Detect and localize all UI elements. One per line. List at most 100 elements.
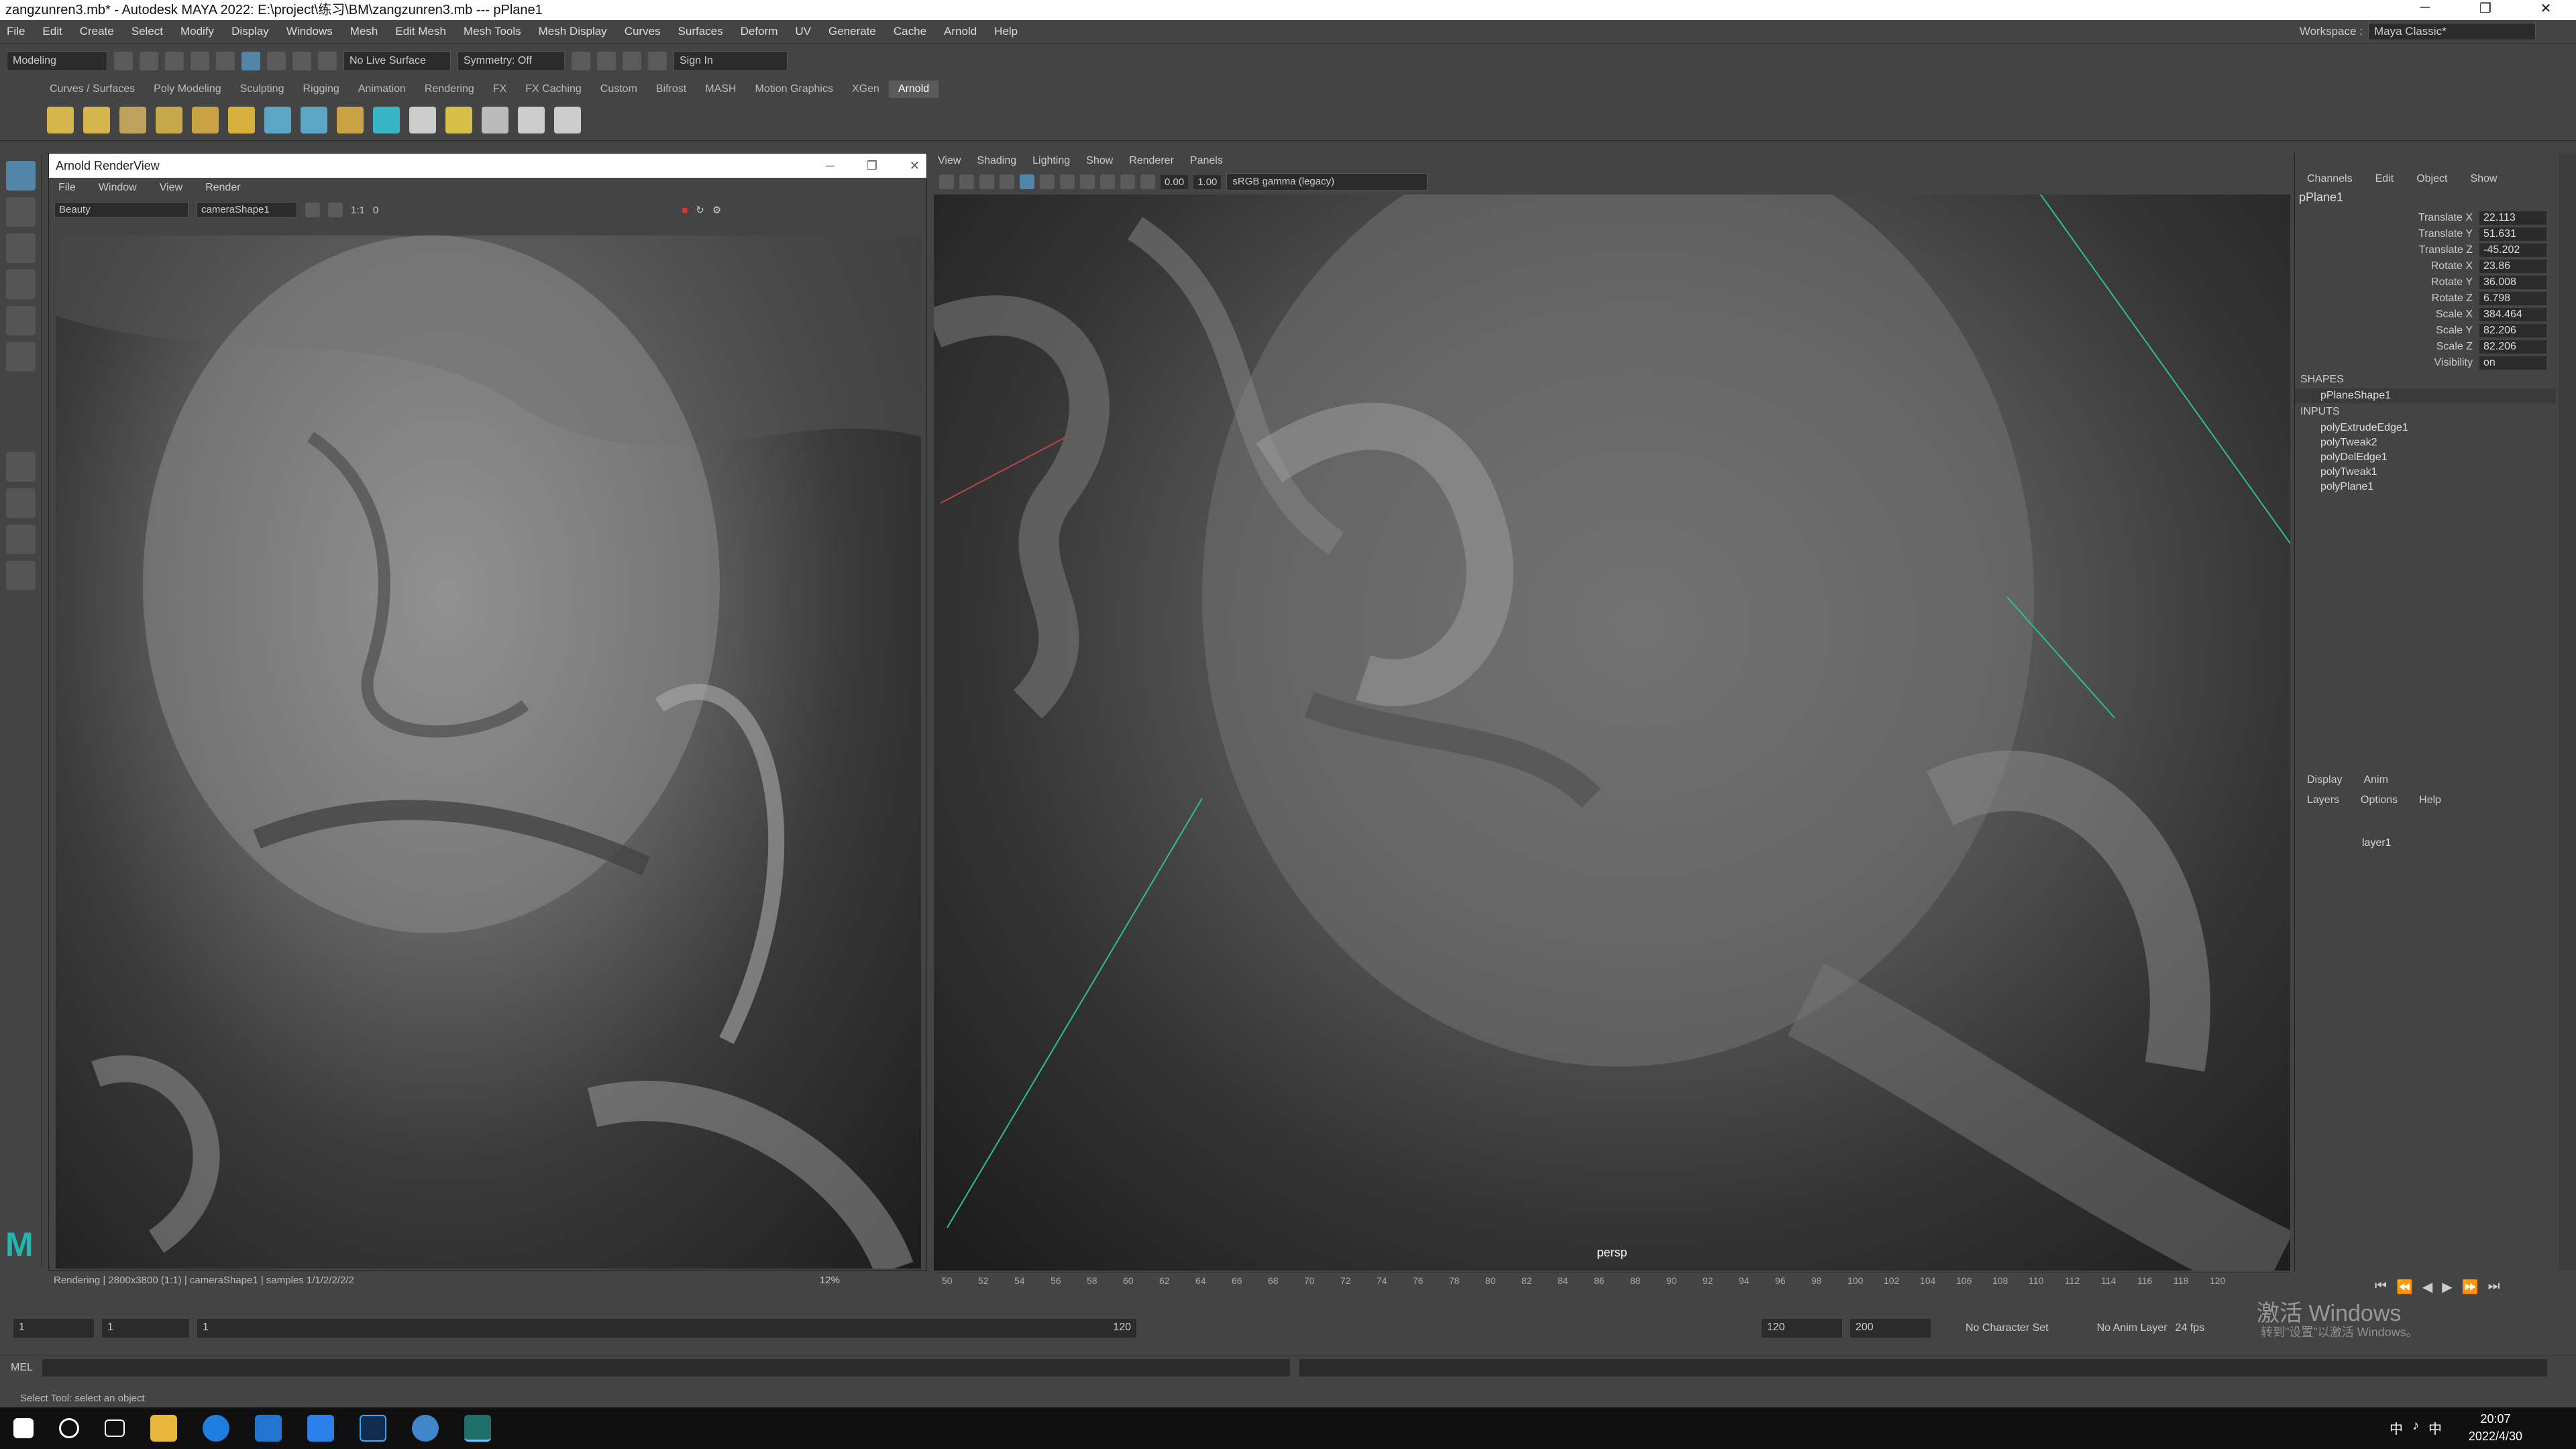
- sign-in-dropdown[interactable]: Sign In: [674, 50, 788, 71]
- layer-tab-display[interactable]: Display: [2307, 774, 2342, 786]
- menu-surfaces[interactable]: Surfaces: [678, 25, 723, 38]
- attr-value[interactable]: 6.798: [2479, 292, 2546, 305]
- input-node[interactable]: polyDelEdge1: [2295, 450, 2556, 465]
- gamma-field[interactable]: 1.00: [1193, 174, 1222, 189]
- attr-row[interactable]: Translate X 22.113: [2295, 210, 2556, 226]
- vp-menu-renderer[interactable]: Renderer: [1129, 155, 1174, 167]
- menu-arnold[interactable]: Arnold: [944, 25, 977, 38]
- task-view-icon[interactable]: [105, 1419, 125, 1437]
- vp-menu-view[interactable]: View: [938, 155, 961, 167]
- command-input[interactable]: [42, 1358, 1290, 1377]
- cb-menu-show[interactable]: Show: [2470, 173, 2497, 185]
- mail-app-icon[interactable]: [307, 1415, 334, 1442]
- flush-cache-icon[interactable]: [445, 106, 472, 133]
- shelf-tab-sculpting[interactable]: Sculpting: [231, 80, 294, 98]
- snap-curve-icon[interactable]: [292, 51, 311, 70]
- render-icon[interactable]: [554, 106, 581, 133]
- attr-value[interactable]: 384.464: [2479, 308, 2546, 321]
- snap-grid-icon[interactable]: [267, 51, 286, 70]
- renderview-close[interactable]: ✕: [910, 154, 920, 178]
- menu-cache[interactable]: Cache: [894, 25, 926, 38]
- cb-menu-channels[interactable]: Channels: [2307, 173, 2353, 185]
- shelf-tab-arnold[interactable]: Arnold: [888, 80, 939, 98]
- attr-value[interactable]: 51.631: [2479, 227, 2546, 241]
- file-explorer-icon[interactable]: [150, 1415, 177, 1442]
- attr-row[interactable]: Visibility on: [2295, 355, 2556, 371]
- menu-mesh-tools[interactable]: Mesh Tools: [464, 25, 521, 38]
- step-forward-frame-icon[interactable]: ⏩: [2462, 1279, 2479, 1295]
- menu-generate[interactable]: Generate: [828, 25, 876, 38]
- menu-file[interactable]: File: [7, 25, 25, 38]
- open-scene-icon[interactable]: [140, 51, 158, 70]
- shelf-tab-animation[interactable]: Animation: [349, 80, 415, 98]
- isolate-select-icon[interactable]: [1120, 174, 1135, 189]
- range-bar[interactable]: 1 120: [197, 1319, 1136, 1338]
- shelf-tab-rendering[interactable]: Rendering: [415, 80, 484, 98]
- cb-menu-edit[interactable]: Edit: [2375, 173, 2394, 185]
- cb-menu-object[interactable]: Object: [2416, 173, 2447, 185]
- exposure-field[interactable]: 0.00: [1161, 174, 1189, 189]
- shelf-tab-custom[interactable]: Custom: [591, 80, 647, 98]
- character-set-dropdown[interactable]: No Character Set: [1966, 1322, 2049, 1334]
- shelf-tab-bifrost[interactable]: Bifrost: [647, 80, 696, 98]
- menu-display[interactable]: Display: [231, 25, 269, 38]
- vp-menu-show[interactable]: Show: [1086, 155, 1113, 167]
- shelf-tab-motion-graphics[interactable]: Motion Graphics: [745, 80, 843, 98]
- render-settings-icon[interactable]: [623, 51, 641, 70]
- edge-icon[interactable]: [203, 1415, 229, 1442]
- workspace-dropdown[interactable]: Maya Classic*: [2368, 23, 2536, 40]
- menu-windows[interactable]: Windows: [286, 25, 333, 38]
- menu-create[interactable]: Create: [80, 25, 114, 38]
- windows-start-icon[interactable]: [13, 1418, 34, 1438]
- paint-select-icon[interactable]: [6, 233, 36, 263]
- input-node[interactable]: polyExtrudeEdge1: [2295, 421, 2556, 435]
- shelf-tab-xgen[interactable]: XGen: [843, 80, 889, 98]
- attr-row[interactable]: Scale Y 82.206: [2295, 323, 2556, 339]
- attr-value[interactable]: 82.206: [2479, 340, 2546, 354]
- layer-name[interactable]: layer1: [2362, 837, 2392, 849]
- play-forward-icon[interactable]: ▶: [2442, 1279, 2452, 1295]
- layer-menu-options[interactable]: Options: [2361, 794, 2398, 806]
- layer-tab-anim[interactable]: Anim: [2363, 774, 2387, 786]
- renderview-maximize[interactable]: ❐: [867, 154, 877, 178]
- tx-manager-icon[interactable]: [409, 106, 436, 133]
- search-icon[interactable]: [59, 1418, 79, 1438]
- physical-sky-icon[interactable]: [228, 106, 255, 133]
- side-panel-tabs[interactable]: [2559, 153, 2576, 1271]
- single-view-icon[interactable]: [6, 452, 36, 482]
- menu-mesh[interactable]: Mesh: [350, 25, 378, 38]
- vp-menu-shading[interactable]: Shading: [977, 155, 1016, 167]
- renderview-minimize[interactable]: ─: [826, 154, 835, 178]
- move-tool-icon[interactable]: [6, 270, 36, 299]
- menu-uv[interactable]: UV: [795, 25, 811, 38]
- ipr-render-icon[interactable]: [597, 51, 616, 70]
- outliner-layout-icon[interactable]: [6, 561, 36, 590]
- start-frame-field[interactable]: 1: [13, 1319, 94, 1338]
- clock[interactable]: 20:07 2022/4/30: [2469, 1410, 2522, 1445]
- rotate-tool-icon[interactable]: [6, 306, 36, 335]
- rv-menu-render[interactable]: Render: [205, 182, 240, 194]
- app-s-icon[interactable]: [412, 1415, 439, 1442]
- symmetry-dropdown[interactable]: Symmetry: Off: [458, 50, 565, 71]
- end-frame-field[interactable]: 120: [1762, 1319, 1842, 1338]
- close-button[interactable]: ✕: [2516, 0, 2576, 20]
- wireframe-icon[interactable]: [1020, 174, 1034, 189]
- new-scene-icon[interactable]: [114, 51, 133, 70]
- aov-dropdown[interactable]: Beauty: [54, 202, 189, 218]
- rv-menu-window[interactable]: Window: [99, 182, 137, 194]
- exposure-value[interactable]: 0: [373, 205, 378, 216]
- photometric-light-icon[interactable]: [119, 106, 146, 133]
- attr-row[interactable]: Translate Y 51.631: [2295, 226, 2556, 242]
- rv-menu-view[interactable]: View: [160, 182, 182, 194]
- vp-menu-panels[interactable]: Panels: [1190, 155, 1223, 167]
- attr-value[interactable]: -45.202: [2479, 244, 2546, 257]
- maya-taskbar-icon[interactable]: [464, 1415, 491, 1442]
- select-by-object-icon[interactable]: [241, 51, 260, 70]
- vp-menu-lighting[interactable]: Lighting: [1032, 155, 1070, 167]
- attr-value[interactable]: 36.008: [2479, 276, 2546, 289]
- grid-icon[interactable]: [1000, 174, 1014, 189]
- anim-end-field[interactable]: 200: [1850, 1319, 1931, 1338]
- stop-render-icon[interactable]: ■: [682, 205, 688, 216]
- rgb-channel-icon[interactable]: [305, 203, 320, 217]
- render-current-icon[interactable]: [572, 51, 590, 70]
